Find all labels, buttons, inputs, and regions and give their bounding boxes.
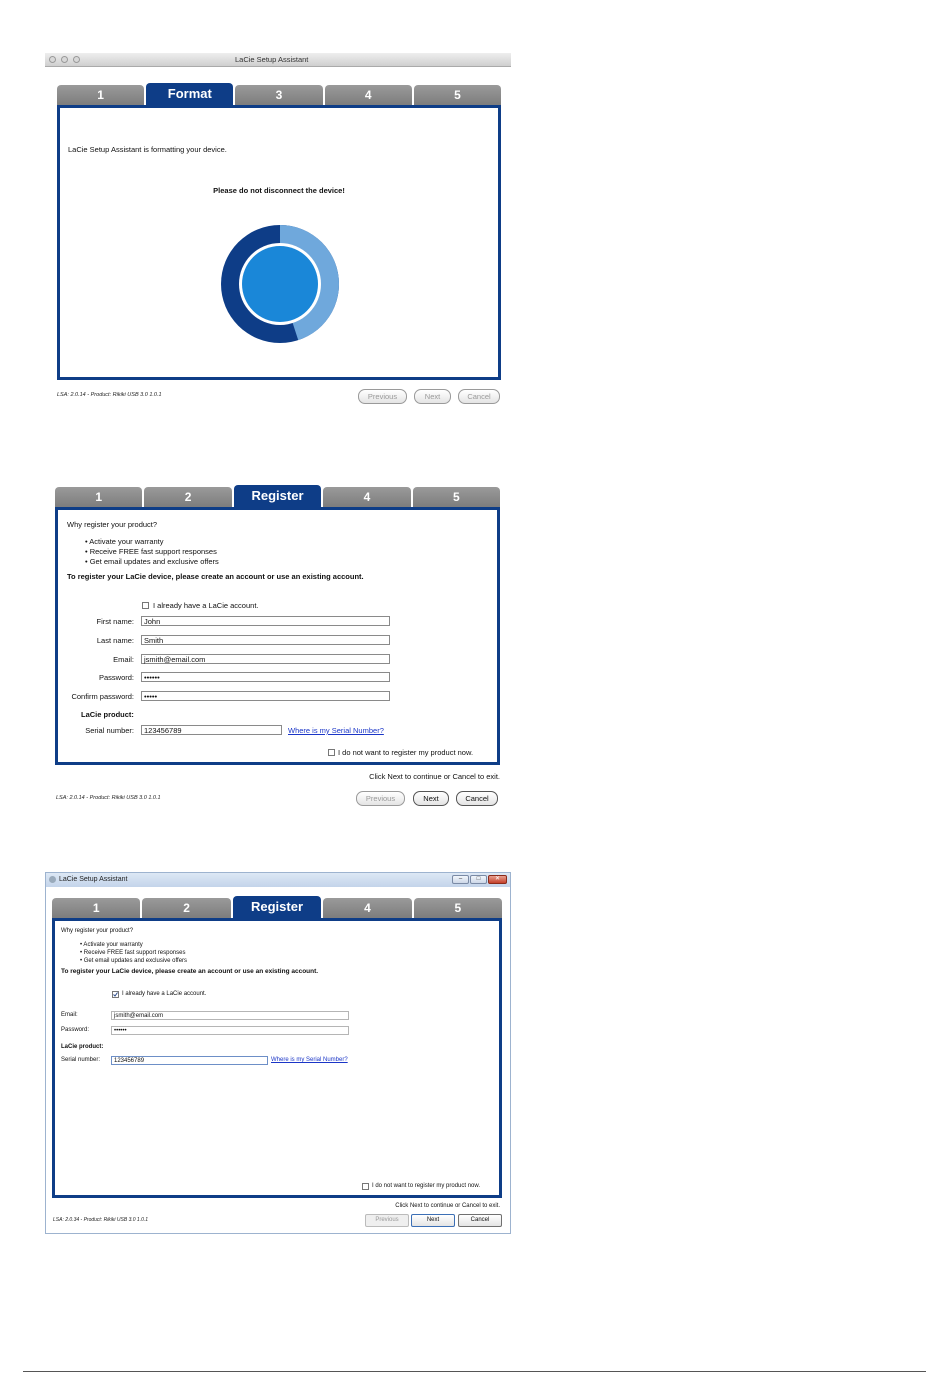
serial-number-help-link[interactable]: Where is my Serial Number? <box>271 1057 348 1063</box>
minimize-window-icon[interactable]: – <box>452 875 469 884</box>
last-name-field[interactable]: Smith <box>141 635 390 645</box>
password-label: Password: <box>61 1027 90 1033</box>
email-field[interactable]: jsmith@email.com <box>111 1011 349 1020</box>
tab-format: Format <box>146 83 234 105</box>
email-field[interactable]: jsmith@email.com <box>141 654 390 664</box>
skip-registration-label: I do not want to register my product now… <box>338 748 474 757</box>
first-name-label: First name: <box>96 617 134 626</box>
previous-button[interactable]: Previous <box>365 1214 409 1227</box>
register-instruction: To register your LaCie device, please cr… <box>67 572 364 581</box>
email-label: Email: <box>61 1012 78 1018</box>
cancel-button[interactable]: Cancel <box>458 1214 502 1227</box>
have-account-label: I already have a LaCie account. <box>122 991 207 997</box>
list-item: • Get email updates and exclusive offers <box>85 557 219 566</box>
list-item: • Receive FREE fast support responses <box>80 950 186 956</box>
version-text: LSA: 2.0.14 - Product: Rikiki USB 3.0 1.… <box>56 795 161 801</box>
format-progress-ring <box>221 225 339 343</box>
tab-register: Register <box>233 485 322 507</box>
maximize-window-icon[interactable]: □ <box>470 875 487 884</box>
continue-hint: Click Next to continue or Cancel to exit… <box>395 1203 500 1209</box>
tab-step-5: 5 <box>412 487 501 507</box>
password-label: Password: <box>98 673 134 682</box>
version-text: LSA: 2.0.14 - Product: Rikiki USB 3.0 1.… <box>57 392 162 398</box>
tab-step-4: 4 <box>323 898 412 918</box>
why-register-heading: Why register your product? <box>61 928 134 934</box>
have-account-label: I already have a LaCie account. <box>153 601 259 610</box>
previous-button[interactable]: Previous <box>358 389 407 404</box>
previous-button[interactable]: Previous <box>356 791 405 806</box>
skip-registration-checkbox[interactable] <box>362 1183 369 1190</box>
password-field[interactable]: •••••• <box>141 672 390 682</box>
list-item: • Activate your warranty <box>85 537 164 546</box>
close-window-icon[interactable]: ✕ <box>488 875 507 884</box>
tab-register: Register <box>232 896 322 918</box>
screen3-content-panel: Why register your product? • Activate yo… <box>52 918 502 1198</box>
confirm-password-field[interactable]: ••••• <box>141 691 390 701</box>
minimize-window-icon[interactable] <box>61 56 68 63</box>
disconnect-warning: Please do not disconnect the device! <box>213 186 345 195</box>
why-register-heading: Why register your product? <box>67 520 158 529</box>
cancel-button[interactable]: Cancel <box>458 389 500 404</box>
screen3-titlebar: LaCie Setup Assistant <box>46 873 510 887</box>
screen2-content-panel: Why register your product? • Activate yo… <box>55 507 500 765</box>
list-item: • Get email updates and exclusive offers <box>80 958 188 964</box>
tab-step-4: 4 <box>323 487 411 507</box>
page-divider <box>23 1371 926 1372</box>
serial-number-label: Serial number: <box>85 726 134 735</box>
screen1-step-tabs: 1 Format 3 4 5 <box>57 83 502 105</box>
benefits-list: • Activate your warranty • Receive FREE … <box>80 941 187 965</box>
version-text: LSA: 2.0.34 - Product: Rikiki USB 3.0 1.… <box>53 1217 149 1223</box>
confirm-password-label: Confirm password: <box>71 692 134 701</box>
lacie-product-heading: LaCie product: <box>81 710 134 719</box>
screen1-titlebar: LaCie Setup Assistant <box>45 53 511 67</box>
skip-registration-label: I do not want to register my product now… <box>372 1183 481 1189</box>
serial-number-help-link[interactable]: Where is my Serial Number? <box>288 726 384 735</box>
zoom-window-icon[interactable] <box>73 56 80 63</box>
email-label: Email: <box>113 655 134 664</box>
have-account-checkbox[interactable] <box>142 602 149 609</box>
next-button[interactable]: Next <box>413 791 449 806</box>
serial-number-field[interactable]: 123456789 <box>111 1056 268 1065</box>
window-title: LaCie Setup Assistant <box>235 55 309 64</box>
screen1-content-panel: LaCie Setup Assistant is formatting your… <box>57 105 501 380</box>
serial-number-field[interactable]: 123456789 <box>141 725 282 735</box>
next-button[interactable]: Next <box>411 1214 455 1227</box>
tab-step-1: 1 <box>55 487 143 507</box>
tab-step-3: 3 <box>235 85 323 105</box>
tab-step-5: 5 <box>413 898 503 918</box>
continue-hint: Click Next to continue or Cancel to exit… <box>369 772 500 781</box>
app-icon <box>49 876 56 883</box>
close-window-icon[interactable] <box>49 56 56 63</box>
progress-ring-center <box>242 246 318 322</box>
next-button[interactable]: Next <box>414 389 451 404</box>
first-name-field[interactable]: John <box>141 616 390 626</box>
last-name-label: Last name: <box>96 636 134 645</box>
format-status-text: LaCie Setup Assistant is formatting your… <box>68 145 227 154</box>
screen2-step-tabs: 1 2 Register 4 5 <box>55 485 501 507</box>
list-item: • Activate your warranty <box>80 942 143 948</box>
lacie-product-heading: LaCie product: <box>61 1044 104 1050</box>
serial-number-label: Serial number: <box>61 1057 101 1063</box>
have-account-checkbox[interactable] <box>112 991 119 998</box>
tab-step-2: 2 <box>144 487 232 507</box>
checkmark-icon <box>113 992 118 997</box>
skip-registration-checkbox[interactable] <box>328 749 335 756</box>
cancel-button[interactable]: Cancel <box>456 791 498 806</box>
window-title: LaCie Setup Assistant <box>59 876 128 883</box>
tab-step-1: 1 <box>52 898 141 918</box>
tab-step-1: 1 <box>57 85 145 105</box>
tab-step-5: 5 <box>413 85 502 105</box>
register-instruction: To register your LaCie device, please cr… <box>61 968 319 975</box>
tab-step-4: 4 <box>324 85 412 105</box>
password-field[interactable]: •••••• <box>111 1026 349 1035</box>
list-item: • Receive FREE fast support responses <box>85 547 217 556</box>
screen3-step-tabs: 1 2 Register 4 5 <box>52 896 503 918</box>
tab-step-2: 2 <box>142 898 231 918</box>
benefits-list: • Activate your warranty • Receive FREE … <box>85 537 219 567</box>
